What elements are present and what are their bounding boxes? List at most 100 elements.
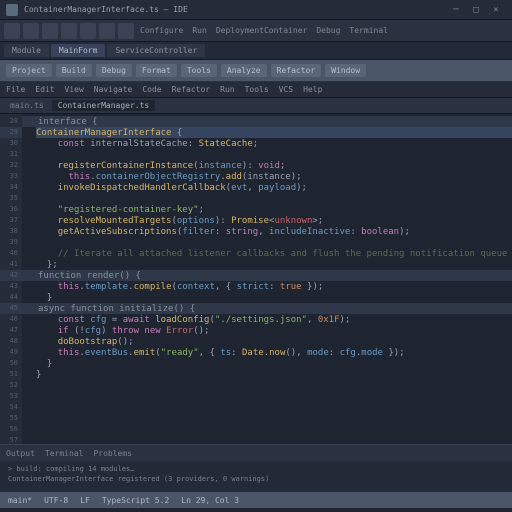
- code-line[interactable]: [36, 435, 512, 444]
- menu-item[interactable]: Run: [220, 85, 234, 94]
- bottom-panel: Output Terminal Problems > build: compilin…: [0, 444, 512, 492]
- line-number: 29: [0, 127, 22, 138]
- line-number: 42: [0, 270, 22, 281]
- menu-item[interactable]: Help: [303, 85, 322, 94]
- status-item[interactable]: LF: [80, 496, 90, 505]
- ribbon-button[interactable]: Window: [325, 64, 366, 77]
- menu-item[interactable]: View: [65, 85, 84, 94]
- doc-tab[interactable]: Module: [4, 44, 49, 57]
- line-gutter: 2829303132333435363738394041424344454647…: [0, 114, 22, 444]
- panel-tab[interactable]: Terminal: [45, 449, 84, 458]
- toolbar-label[interactable]: Debug: [313, 26, 343, 35]
- ribbon-button[interactable]: Analyze: [221, 64, 267, 77]
- editor-tabs: main.tsContainerManager.ts: [0, 98, 512, 114]
- code-line[interactable]: };: [36, 259, 512, 270]
- panel-tab[interactable]: Output: [6, 449, 35, 458]
- paste-icon[interactable]: [118, 23, 134, 39]
- code-line[interactable]: invokeDispatchedHandlerCallback(evt, pay…: [36, 182, 512, 193]
- code-line[interactable]: interface {: [22, 116, 512, 127]
- toolbar-label[interactable]: Configure: [137, 26, 186, 35]
- code-line[interactable]: [36, 402, 512, 413]
- code-line[interactable]: [36, 380, 512, 391]
- status-item[interactable]: UTF-8: [44, 496, 68, 505]
- code-line[interactable]: ContainerManagerInterface {: [36, 127, 512, 138]
- document-tabs: ModuleMainFormServiceController: [0, 42, 512, 60]
- line-number: 53: [0, 391, 22, 402]
- output-line: > build: compiling 14 modules…: [8, 464, 504, 474]
- line-number: 37: [0, 215, 22, 226]
- ribbon-button[interactable]: Project: [6, 64, 52, 77]
- editor-tab[interactable]: ContainerManager.ts: [52, 100, 156, 111]
- menu-item[interactable]: Tools: [245, 85, 269, 94]
- ribbon-button[interactable]: Debug: [96, 64, 132, 77]
- copy-icon[interactable]: [99, 23, 115, 39]
- code-line[interactable]: // Iterate all attached listener callbac…: [36, 248, 512, 259]
- code-line[interactable]: [36, 237, 512, 248]
- window-title: ContainerManagerInterface.ts — IDE: [24, 5, 446, 14]
- doc-tab[interactable]: MainForm: [51, 44, 106, 57]
- code-line[interactable]: registerContainerInstance(instance): voi…: [36, 160, 512, 171]
- code-line[interactable]: [36, 413, 512, 424]
- line-number: 30: [0, 138, 22, 149]
- code-line[interactable]: const internalStateCache: StateCache;: [36, 138, 512, 149]
- minimize-button[interactable]: ─: [446, 5, 466, 15]
- code-line[interactable]: this.containerObjectRegistry.add(instanc…: [36, 171, 512, 182]
- maximize-button[interactable]: □: [466, 5, 486, 15]
- code-line[interactable]: this.template.compile(context, { strict:…: [36, 281, 512, 292]
- cut-icon[interactable]: [80, 23, 96, 39]
- ribbon-button[interactable]: Tools: [181, 64, 217, 77]
- line-number: 50: [0, 358, 22, 369]
- line-number: 43: [0, 281, 22, 292]
- code-line[interactable]: [36, 424, 512, 435]
- menu-item[interactable]: Code: [142, 85, 161, 94]
- toolbar-label[interactable]: DeploymentContainer: [213, 26, 311, 35]
- output-line: ContainerManagerInterface registered (3 …: [8, 474, 504, 484]
- line-number: 35: [0, 193, 22, 204]
- code-line[interactable]: [36, 391, 512, 402]
- code-line[interactable]: async function initialize() {: [22, 303, 512, 314]
- toolbar-label[interactable]: Run: [189, 26, 209, 35]
- menu-item[interactable]: Refactor: [172, 85, 211, 94]
- menu-item[interactable]: Edit: [35, 85, 54, 94]
- editor-tab[interactable]: main.ts: [4, 100, 50, 111]
- menu-item[interactable]: File: [6, 85, 25, 94]
- editor-area: 2829303132333435363738394041424344454647…: [0, 114, 512, 444]
- line-number: 54: [0, 402, 22, 413]
- code-line[interactable]: [36, 193, 512, 204]
- open-icon[interactable]: [4, 23, 20, 39]
- menu-item[interactable]: Navigate: [94, 85, 133, 94]
- ribbon-button[interactable]: Format: [136, 64, 177, 77]
- panel-tab[interactable]: Problems: [93, 449, 132, 458]
- redo-icon[interactable]: [61, 23, 77, 39]
- status-item[interactable]: Ln 29, Col 3: [181, 496, 239, 505]
- code-editor[interactable]: interface {ContainerManagerInterface { c…: [22, 114, 512, 444]
- line-number: 40: [0, 248, 22, 259]
- code-line[interactable]: doBootstrap();: [36, 336, 512, 347]
- ribbon-button[interactable]: Refactor: [271, 64, 322, 77]
- code-line[interactable]: const cfg = await loadConfig("./settings…: [36, 314, 512, 325]
- ribbon-button[interactable]: Build: [56, 64, 92, 77]
- code-line[interactable]: getActiveSubscriptions(filter: string, i…: [36, 226, 512, 237]
- status-item[interactable]: main*: [8, 496, 32, 505]
- code-line[interactable]: resolveMountedTargets(options): Promise<…: [36, 215, 512, 226]
- code-line[interactable]: }: [36, 369, 512, 380]
- line-number: 31: [0, 149, 22, 160]
- line-number: 36: [0, 204, 22, 215]
- doc-tab[interactable]: ServiceController: [107, 44, 205, 57]
- code-line[interactable]: if (!cfg) throw new Error();: [36, 325, 512, 336]
- menu-item[interactable]: VCS: [279, 85, 293, 94]
- status-item[interactable]: TypeScript 5.2: [102, 496, 169, 505]
- panel-tabs: Output Terminal Problems: [0, 445, 512, 461]
- code-line[interactable]: function render() {: [22, 270, 512, 281]
- code-line[interactable]: this.eventBus.emit("ready", { ts: Date.n…: [36, 347, 512, 358]
- code-line[interactable]: }: [36, 292, 512, 303]
- save-icon[interactable]: [23, 23, 39, 39]
- code-line[interactable]: }: [36, 358, 512, 369]
- code-line[interactable]: [36, 149, 512, 160]
- titlebar: ContainerManagerInterface.ts — IDE ─ □ ✕: [0, 0, 512, 20]
- undo-icon[interactable]: [42, 23, 58, 39]
- close-button[interactable]: ✕: [486, 5, 506, 15]
- code-line[interactable]: "registered-container-key";: [36, 204, 512, 215]
- toolbar-label[interactable]: Terminal: [346, 26, 391, 35]
- line-number: 34: [0, 182, 22, 193]
